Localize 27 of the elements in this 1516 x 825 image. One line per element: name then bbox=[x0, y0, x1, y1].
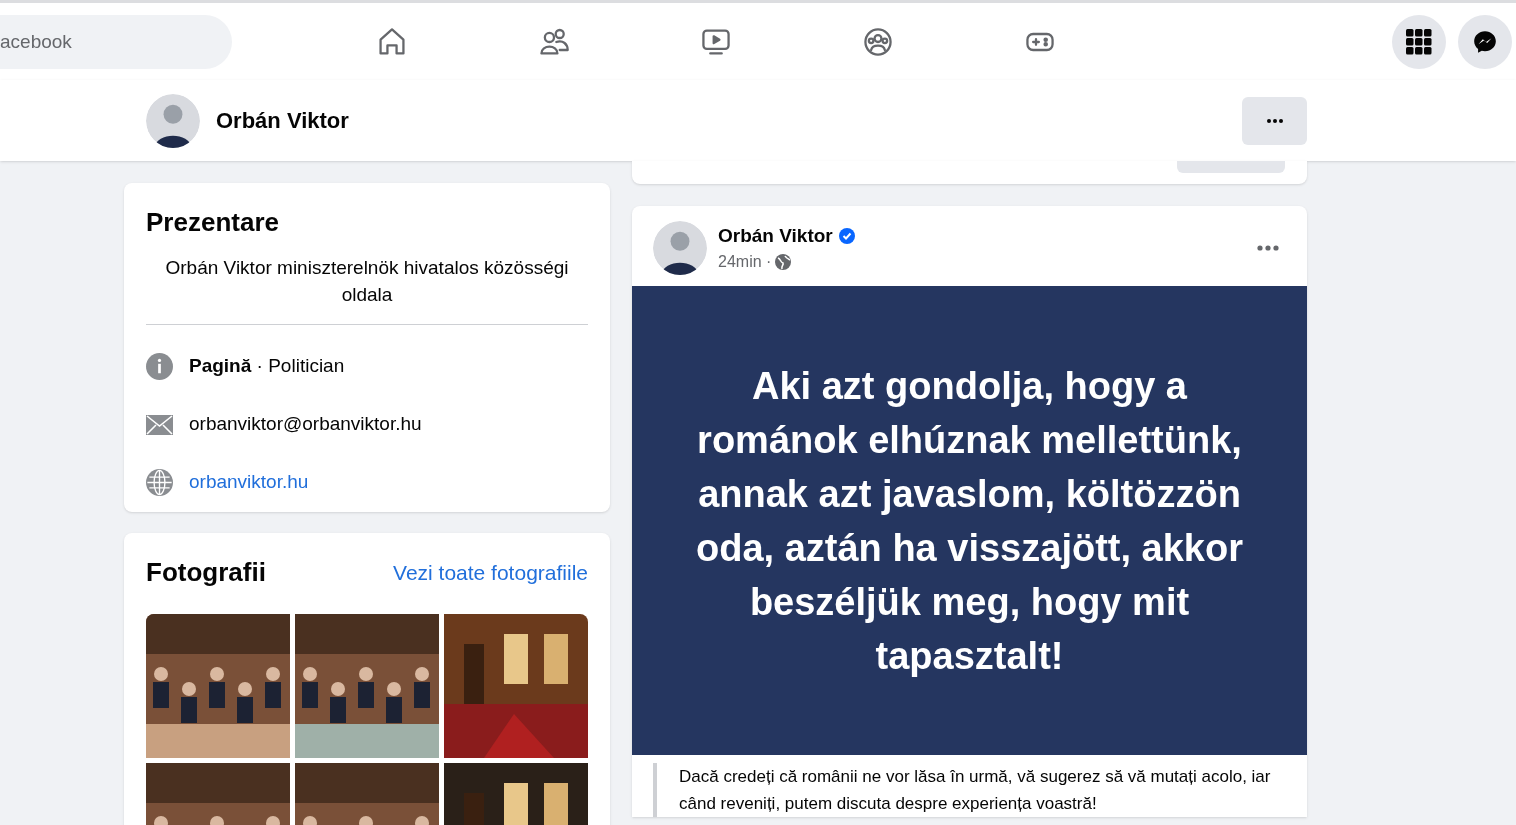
card-title: Prezentare bbox=[146, 206, 280, 239]
avatar[interactable] bbox=[653, 221, 707, 275]
group-icon bbox=[862, 25, 894, 58]
page-name: Orbán Viktor bbox=[216, 107, 349, 135]
globe-icon bbox=[775, 254, 792, 271]
author-name[interactable]: Orbán Viktor bbox=[718, 221, 833, 251]
detail-text: orbanviktor@orbanviktor.hu bbox=[189, 412, 422, 437]
home-icon bbox=[376, 25, 408, 58]
website-link[interactable]: orbanviktor.hu bbox=[189, 468, 309, 497]
detail-text: Pagină · Politician bbox=[189, 354, 345, 379]
menu-button[interactable] bbox=[1392, 14, 1446, 69]
quote-text: Aki azt gondolja, hogy a románok elhúznak mellettünk, annak azt javaslom, költözzön oda, aztán ha visszajött, akkor beszéljük meg, hogy mit tapasztalt! bbox=[695, 363, 1244, 679]
card-title: Fotografii bbox=[146, 556, 266, 589]
globe-icon bbox=[146, 469, 173, 496]
envelope-icon bbox=[146, 414, 173, 435]
messenger-button[interactable] bbox=[1458, 14, 1512, 69]
bio-text: Orbán Viktor miniszterelnök hivatalos közösségi oldala bbox=[164, 256, 570, 307]
caption-text: Dacă credeți că românii ne vor lăsa în urmă, vă sugerez să vă mutați acolo, iar când reveniți, putem discuta despre experiența voastră! bbox=[653, 763, 1286, 817]
info-icon bbox=[146, 353, 173, 380]
post-time[interactable]: 24min · bbox=[718, 250, 772, 275]
more-icon bbox=[1264, 117, 1285, 124]
avatar[interactable] bbox=[146, 93, 200, 148]
grid-icon bbox=[1406, 28, 1432, 55]
search-field[interactable]: acebook bbox=[0, 14, 232, 69]
see-all-link[interactable]: Vezi toate fotografiile bbox=[393, 556, 588, 589]
messenger-icon bbox=[1472, 28, 1498, 55]
more-icon bbox=[1257, 245, 1279, 251]
